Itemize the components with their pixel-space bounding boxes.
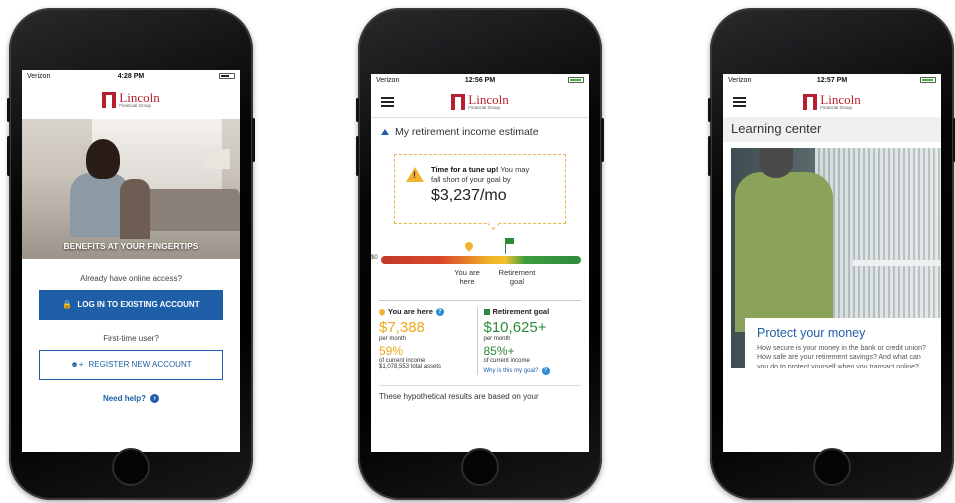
menu-icon[interactable]	[733, 97, 746, 107]
lincoln-logo: Lincoln Financial Group	[451, 93, 509, 111]
logo-sub: Financial Group	[468, 105, 501, 111]
gauge-here-label: You are here	[454, 268, 480, 286]
register-label: REGISTER NEW ACCOUNT	[88, 360, 192, 369]
earpiece-speaker	[458, 40, 502, 45]
article-summary: How secure is your money in the bank or …	[757, 345, 926, 368]
hero-caption: BENEFITS AT YOUR FINGERTIPS	[63, 240, 199, 251]
phone-retirement-estimate: Verizon 12:56 PM Lincoln Financial Group…	[356, 8, 604, 500]
location-pin-icon	[463, 240, 475, 252]
app-header: Lincoln Financial Group	[723, 87, 941, 117]
goal-monthly-income: $10,625+	[483, 319, 547, 336]
you-are-here-heading: You are here	[388, 307, 433, 316]
login-screen: Verizon 4:28 PM Lincoln Financial Group …	[22, 70, 240, 452]
carrier-label: Verizon	[376, 77, 400, 84]
estimate-section-title: My retirement income estimate	[395, 126, 539, 138]
tune-up-alert: Time for a tune up! You may fall short o…	[394, 154, 566, 230]
retirement-goal-heading: Retirement goal	[492, 307, 550, 316]
goal-flag-icon	[483, 308, 490, 315]
carrier-label: Verizon	[27, 73, 51, 80]
page-title: Learning center	[723, 117, 941, 142]
alert-subtext: fall short of your goal by	[431, 174, 511, 184]
earpiece-speaker	[810, 40, 854, 45]
phone-learning-center: Verizon 12:57 PM Lincoln Financial Group…	[708, 8, 955, 500]
location-pin-icon	[377, 307, 387, 316]
estimate-section-toggle[interactable]: My retirement income estimate	[371, 117, 589, 146]
learning-center-screen: Verizon 12:57 PM Lincoln Financial Group…	[723, 74, 941, 452]
retirement-goal-column: Retirement goal $10,625+ per month 85%+ …	[476, 307, 582, 375]
why-goal-link[interactable]: Why is this my goal? ?	[484, 367, 578, 375]
income-gauge: $0 You are here Retirement goal	[371, 236, 589, 292]
status-time: 12:57 PM	[816, 77, 848, 84]
lincoln-logo-icon	[803, 94, 818, 110]
battery-icon	[567, 77, 584, 84]
status-bar: Verizon 4:28 PM	[22, 70, 240, 83]
phone-login: Verizon 4:28 PM Lincoln Financial Group …	[7, 8, 255, 500]
need-help-link[interactable]: Need help? ›	[22, 393, 240, 403]
lincoln-logo: Lincoln Financial Group	[803, 93, 861, 111]
disclaimer-text: These hypothetical results are based on …	[379, 385, 581, 401]
register-button[interactable]: ☻+ REGISTER NEW ACCOUNT	[39, 349, 223, 380]
logo-sub: Financial Group	[820, 105, 853, 111]
why-goal-label: Why is this my goal?	[483, 368, 539, 374]
login-button[interactable]: 🔒 LOG IN TO EXISTING ACCOUNT	[39, 289, 223, 320]
gauge-bar	[381, 256, 581, 264]
help-question-icon: ?	[541, 367, 550, 375]
of-current-income-label: of current income	[483, 358, 530, 364]
app-header: Lincoln Financial Group	[371, 87, 589, 117]
per-month-label: per month	[379, 336, 407, 342]
need-help-label: Need help?	[102, 393, 147, 403]
carrier-label: Verizon	[728, 77, 752, 84]
total-assets: $1,078,553 total assets	[379, 364, 442, 370]
collapse-triangle-icon	[381, 129, 389, 135]
battery-icon	[919, 77, 936, 84]
estimate-screen: Verizon 12:56 PM Lincoln Financial Group…	[371, 74, 589, 452]
warning-icon	[406, 167, 424, 182]
home-button[interactable]	[813, 448, 851, 486]
article-card[interactable]: Protect your money How secure is your mo…	[745, 318, 941, 368]
home-button[interactable]	[112, 448, 150, 486]
current-monthly-income: $7,388	[379, 319, 425, 336]
alert-headline-rest: You may	[498, 165, 530, 174]
status-time: 4:28 PM	[117, 73, 145, 80]
gauge-zero-label: $0	[371, 255, 378, 261]
status-bar: Verizon 12:57 PM	[723, 74, 941, 87]
status-time: 12:56 PM	[464, 77, 496, 84]
front-camera-icon	[440, 39, 447, 46]
front-camera-icon	[91, 39, 98, 46]
you-are-here-column: You are here ? $7,388 per month 59% of c…	[377, 307, 477, 375]
status-bar: Verizon 12:56 PM	[371, 74, 589, 87]
goal-flag-icon	[506, 238, 514, 244]
logo-sub: Financial Group	[119, 103, 152, 108]
lincoln-logo-icon	[451, 94, 466, 110]
shortfall-amount: $3,237/mo	[431, 186, 507, 204]
earpiece-speaker	[109, 40, 153, 45]
gauge-goal-label: Retirement goal	[498, 268, 536, 286]
alert-headline: Time for a tune up!	[431, 165, 499, 174]
lock-icon: 🔒	[62, 300, 73, 309]
front-camera-icon	[792, 39, 799, 46]
lincoln-logo: Lincoln Financial Group	[22, 91, 240, 109]
battery-icon	[219, 73, 235, 80]
hero-image: BENEFITS AT YOUR FINGERTIPS	[22, 118, 240, 259]
help-question-icon[interactable]: ?	[435, 307, 444, 316]
current-income-percent: 59%	[379, 344, 404, 358]
existing-access-question: Already have online access?	[80, 273, 182, 283]
login-label: LOG IN TO EXISTING ACCOUNT	[77, 300, 200, 309]
per-month-label: per month	[483, 336, 511, 342]
home-button[interactable]	[461, 448, 499, 486]
lincoln-logo-icon	[102, 91, 117, 108]
article-photo[interactable]: Protect your money How secure is your mo…	[731, 148, 941, 368]
menu-icon[interactable]	[381, 97, 394, 107]
arrow-right-icon: ›	[150, 393, 160, 403]
add-user-icon: ☻+	[70, 360, 84, 369]
article-title: Protect your money	[757, 326, 866, 340]
goal-income-percent: 85%+	[483, 344, 515, 358]
comparison-panel: You are here ? $7,388 per month 59% of c…	[377, 300, 582, 375]
first-time-question: First-time user?	[103, 333, 159, 343]
